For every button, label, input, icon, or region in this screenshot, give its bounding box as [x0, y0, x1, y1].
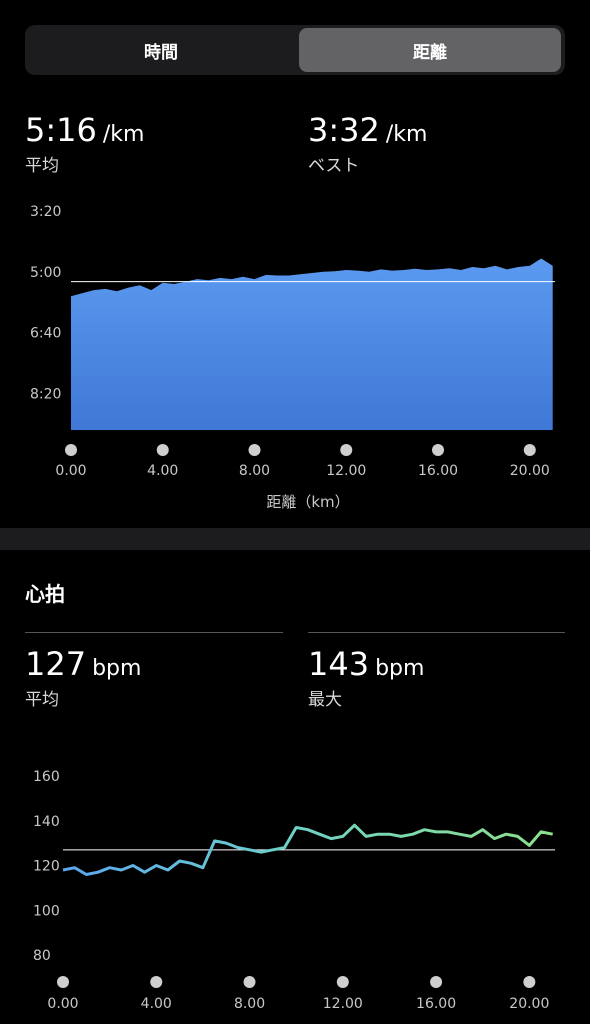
pace-x-dot: [248, 444, 261, 456]
heart-rate-chart: 160 140 120 100 80 0.00 4.00 8.00 12.00 16.00 20.…: [33, 769, 555, 1012]
hr-rule-left: [25, 632, 283, 633]
hr-y-tick: 100: [33, 903, 60, 919]
avg-hr-value: 127: [25, 645, 87, 683]
hr-y-tick: 160: [33, 769, 60, 785]
avg-hr-unit: bpm: [92, 656, 142, 681]
pace-chart: 3:20 5:00 6:40 8:20 0.00 4.00 8.00 12.00 16.00 2…: [30, 204, 555, 511]
tab-distance[interactable]: 距離: [299, 28, 561, 72]
hr-x-tick: 0.00: [47, 996, 78, 1012]
tab-time[interactable]: 時間: [28, 28, 294, 72]
best-pace-label: ベスト: [308, 156, 360, 176]
best-pace-unit: /km: [385, 122, 428, 147]
segmented-control: 時間 距離: [25, 25, 565, 75]
avg-pace-label: 平均: [25, 156, 59, 176]
hr-y-tick: 80: [33, 948, 51, 964]
max-hr-unit: bpm: [375, 656, 425, 681]
hr-x-tick: 12.00: [323, 996, 363, 1012]
avg-pace-value: 5:16: [25, 111, 97, 149]
pace-x-dot: [340, 444, 353, 456]
avg-hr-stat: 127 bpm 平均: [25, 648, 141, 710]
pace-y-tick: 8:20: [30, 387, 61, 403]
heart-rate-title: 心拍: [25, 582, 65, 606]
pace-x-dot: [156, 444, 169, 456]
avg-hr-label: 平均: [25, 690, 59, 710]
best-pace-stat: 3:32/km ベスト: [308, 114, 427, 176]
section-divider: [0, 528, 590, 550]
pace-x-tick: 16.00: [418, 463, 458, 479]
pace-x-axis-label: 距離（km）: [266, 493, 349, 511]
pace-x-dot: [523, 444, 536, 456]
avg-pace-stat: 5:16/km 平均: [25, 114, 144, 176]
hr-x-tick: 8.00: [234, 996, 265, 1012]
pace-x-tick: 20.00: [510, 463, 550, 479]
hr-x-tick: 16.00: [416, 996, 456, 1012]
hr-x-dot: [57, 976, 69, 988]
hr-x-dot: [243, 976, 256, 988]
pace-y-tick: 5:00: [30, 265, 61, 281]
pace-area: [71, 258, 553, 430]
pace-x-dot: [432, 444, 445, 456]
best-pace-value: 3:32: [308, 111, 380, 149]
hr-x-dot: [336, 976, 349, 988]
hr-x-dot: [523, 976, 536, 988]
hr-x-dot: [150, 976, 163, 988]
pace-x-tick: 12.00: [326, 463, 366, 479]
max-hr-stat: 143 bpm 最大: [308, 648, 424, 710]
pace-y-tick: 6:40: [30, 326, 61, 342]
avg-pace-unit: /km: [102, 122, 145, 147]
pace-x-dot: [65, 444, 77, 456]
max-hr-label: 最大: [308, 690, 342, 710]
pace-x-tick: 4.00: [147, 463, 178, 479]
hr-y-tick: 120: [33, 859, 60, 875]
pace-y-tick: 3:20: [30, 204, 61, 220]
hr-x-dot: [430, 976, 443, 988]
hr-x-tick: 4.00: [141, 996, 172, 1012]
pace-x-tick: 8.00: [239, 463, 270, 479]
max-hr-value: 143: [308, 645, 370, 683]
hr-x-tick: 20.00: [509, 996, 549, 1012]
pace-x-tick: 0.00: [55, 463, 86, 479]
hr-y-tick: 140: [33, 814, 60, 830]
hr-rule-right: [308, 632, 565, 633]
